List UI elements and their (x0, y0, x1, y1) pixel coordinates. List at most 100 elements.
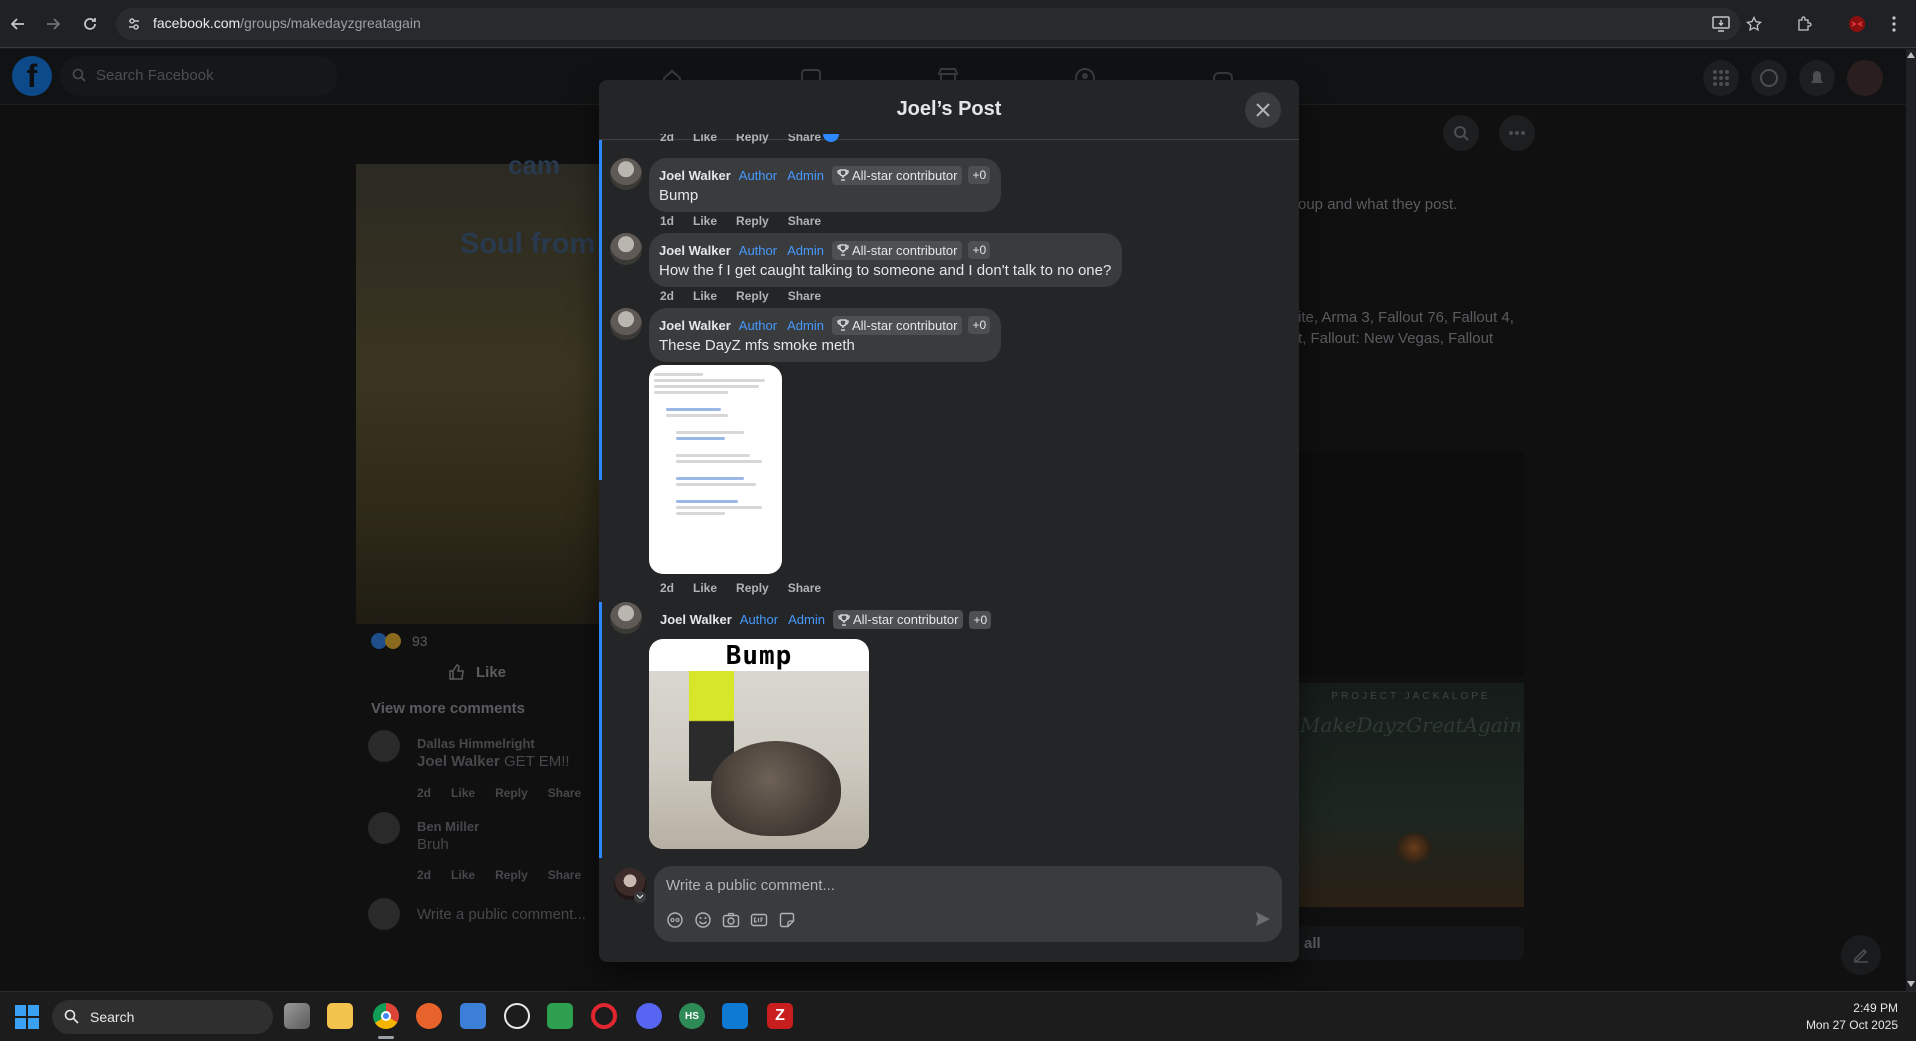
page-scrollbar[interactable] (1906, 49, 1916, 991)
like-link[interactable]: Like (693, 214, 717, 228)
comment-author[interactable]: Joel Walker (659, 168, 731, 183)
reload-icon[interactable] (78, 12, 102, 36)
close-button[interactable] (1245, 92, 1281, 128)
reply-link[interactable]: Reply (736, 289, 769, 303)
sheet-app-icon[interactable] (547, 1003, 573, 1029)
reply-link[interactable]: Reply (736, 134, 769, 146)
app-orange-icon[interactable] (416, 1003, 442, 1029)
share-link[interactable]: Share (788, 289, 821, 303)
scroll-up-icon[interactable] (1907, 52, 1915, 58)
task-view-icon[interactable] (284, 1003, 310, 1029)
trophy-icon (837, 244, 849, 256)
share-link[interactable]: Share (788, 134, 821, 146)
like-link[interactable]: Like (693, 581, 717, 595)
hs-app-icon[interactable]: HS (679, 1003, 705, 1029)
reply-link[interactable]: Reply (736, 214, 769, 228)
commenter-avatar[interactable] (610, 233, 642, 265)
bookmark-star-icon[interactable] (1742, 12, 1766, 36)
commenter-avatar[interactable] (610, 308, 642, 340)
filezilla-icon[interactable]: Z (767, 1003, 793, 1029)
share-link[interactable]: Share (788, 581, 821, 595)
chevron-down-icon[interactable] (634, 891, 646, 903)
comment-time[interactable]: 1d (660, 214, 674, 228)
comment-image-screenshot[interactable] (649, 365, 782, 574)
bg-comment1-author[interactable]: Dallas Himmelright (417, 736, 535, 751)
profile-icon[interactable] (1845, 12, 1869, 36)
back-icon[interactable] (6, 12, 30, 36)
account-avatar[interactable] (1847, 60, 1883, 96)
reply-link[interactable]: Reply (736, 581, 769, 595)
discord-icon[interactable] (636, 1003, 662, 1029)
like-link[interactable]: Like (693, 134, 717, 146)
bg-share-link[interactable]: Share (548, 868, 581, 882)
commenter-avatar[interactable] (610, 602, 642, 634)
bg-reactions[interactable] (371, 633, 401, 649)
bg-commenter-avatar[interactable] (368, 730, 400, 762)
bg-reply-link[interactable]: Reply (495, 786, 528, 800)
bg-like-link[interactable]: Like (451, 786, 475, 800)
bg-share-link[interactable]: Share (548, 786, 581, 800)
commenter-avatar[interactable] (610, 158, 642, 190)
bg-comment2-author[interactable]: Ben Miller (417, 819, 479, 834)
new-message-icon[interactable] (1841, 935, 1881, 975)
bg-view-more-comments[interactable]: View more comments (371, 700, 525, 717)
badge-count[interactable]: +0 (968, 316, 991, 334)
badge-count[interactable]: +0 (968, 241, 991, 259)
taskbar-search-box[interactable] (52, 1000, 273, 1034)
menu-dots-icon[interactable] (1882, 12, 1906, 36)
sticker-icon[interactable] (778, 911, 796, 929)
comment-author[interactable]: Joel Walker (660, 612, 732, 627)
taskbar-time[interactable]: 2:49 PM (1828, 1001, 1898, 1015)
comment-time[interactable]: 2d (660, 581, 674, 595)
extensions-icon[interactable] (1792, 12, 1816, 36)
comment-gif-bump-seal[interactable]: Bump (649, 639, 869, 849)
site-info-icon[interactable] (122, 12, 146, 36)
avatar-sticker-icon[interactable] (666, 911, 684, 929)
install-app-icon[interactable] (1709, 12, 1733, 36)
start-windows-icon[interactable] (15, 1005, 39, 1029)
bg-like-link[interactable]: Like (451, 868, 475, 882)
bg-comment1-mention[interactable]: Joel Walker (417, 753, 500, 770)
forward-icon[interactable] (41, 12, 65, 36)
comment-author[interactable]: Joel Walker (659, 243, 731, 258)
admin-tag: Admin (787, 317, 824, 333)
like-link[interactable]: Like (693, 289, 717, 303)
bg-group-cover-art[interactable]: PROJECT JACKALOPE MakeDayzGreatAgain (1298, 683, 1524, 907)
facebook-logo-icon[interactable]: f (12, 56, 52, 96)
taskbar-date[interactable]: Mon 27 Oct 2025 (1760, 1018, 1898, 1032)
chrome-icon[interactable] (373, 1003, 399, 1029)
group-more-icon[interactable] (1499, 115, 1535, 151)
emoji-icon[interactable] (694, 911, 712, 929)
bg-chat-screenshot[interactable] (1298, 452, 1524, 676)
url-text[interactable]: facebook.com/groups/makedayzgreatagain (153, 15, 421, 31)
comment-author[interactable]: Joel Walker (659, 318, 731, 333)
share-link[interactable]: Share (788, 214, 821, 228)
comment-time[interactable]: 2d (660, 289, 674, 303)
group-search-icon[interactable] (1443, 115, 1479, 151)
send-icon[interactable] (1254, 910, 1272, 928)
bg-like-button[interactable]: Like (476, 664, 506, 681)
contributor-badge[interactable]: All-star contributor (831, 315, 963, 335)
comment-input[interactable]: Write a public comment... (654, 866, 1282, 942)
gif-icon[interactable] (750, 911, 768, 929)
contributor-badge[interactable]: All-star contributor (831, 165, 963, 185)
bg-see-all-button[interactable] (1298, 926, 1524, 960)
notifications-icon[interactable] (1799, 60, 1835, 96)
badge-count[interactable]: +0 (969, 610, 992, 629)
contributor-badge[interactable]: All-star contributor (831, 240, 963, 260)
bg-reply-link[interactable]: Reply (495, 868, 528, 882)
bg-commenter-avatar[interactable] (368, 812, 400, 844)
file-explorer-icon[interactable] (327, 1003, 353, 1029)
scroll-down-icon[interactable] (1907, 981, 1915, 987)
camera-icon[interactable] (722, 911, 740, 929)
apps-grid-icon[interactable] (1703, 60, 1739, 96)
badge-count[interactable]: +0 (968, 166, 991, 184)
notepad-icon[interactable] (460, 1003, 486, 1029)
vscode-icon[interactable] (722, 1003, 748, 1029)
chatgpt-icon[interactable] (504, 1003, 530, 1029)
bg-composer-placeholder[interactable]: Write a public comment... (417, 906, 586, 923)
bg-art-heading: PROJECT JACKALOPE (1331, 691, 1491, 702)
messenger-icon[interactable] (1751, 60, 1787, 96)
contributor-badge[interactable]: All-star contributor (832, 610, 964, 629)
opera-icon[interactable] (591, 1003, 617, 1029)
